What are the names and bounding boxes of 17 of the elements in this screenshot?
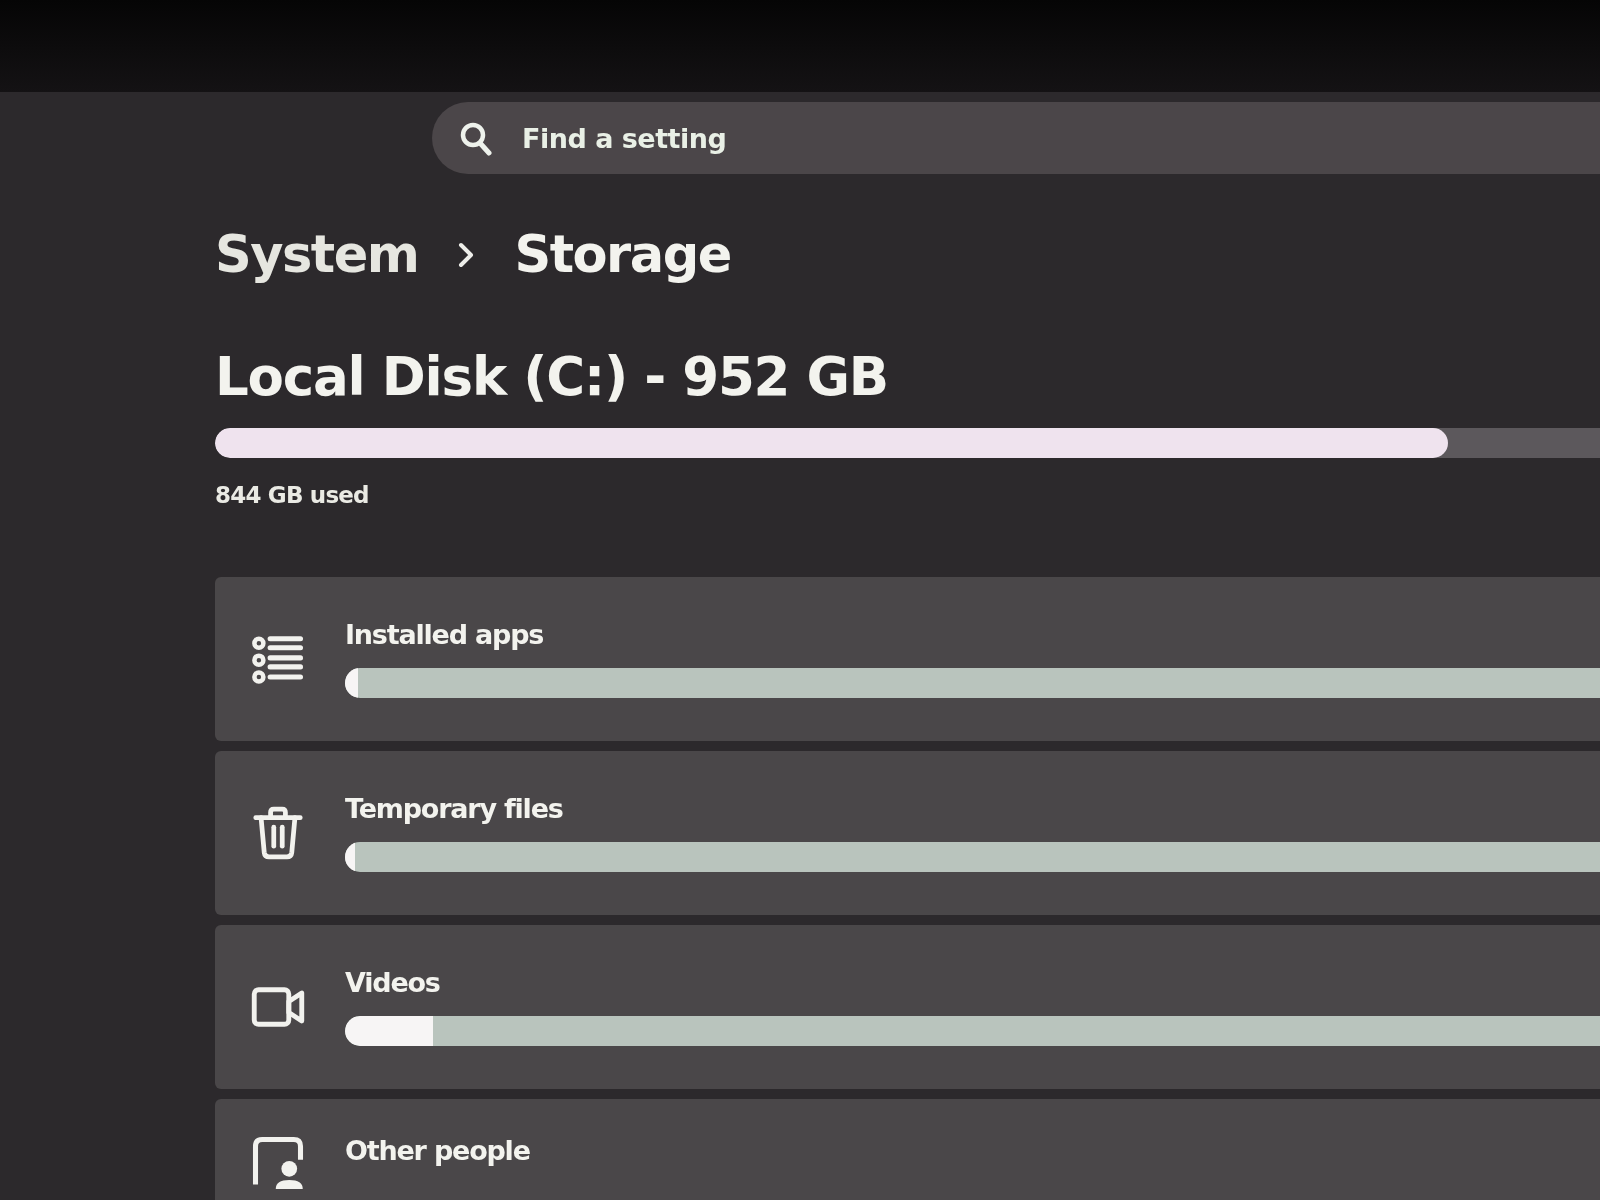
storage-category-card[interactable]: Installed apps — [215, 576, 1600, 741]
category-name: Installed apps — [345, 619, 545, 652]
chevron-right-icon — [458, 241, 475, 268]
breadcrumb-link[interactable]: System — [215, 224, 419, 286]
storage-category-card[interactable]: Other people — [215, 1098, 1600, 1200]
category-name: Other people — [345, 1134, 531, 1167]
category-name: Temporary files — [345, 793, 564, 826]
disk-title: Local Disk (C:) - 952 GB — [215, 347, 889, 409]
used-space-label: 844 GB used — [215, 481, 370, 511]
category-name: Videos — [345, 967, 441, 1000]
person-frame-icon — [251, 1134, 305, 1189]
storage-category-card[interactable]: Videos — [215, 924, 1600, 1089]
storage-category-card[interactable]: Temporary files — [215, 750, 1600, 915]
search-icon — [460, 122, 492, 156]
page-title: Storage — [514, 224, 731, 286]
trash-icon — [251, 805, 305, 860]
search-field[interactable]: Find a setting — [432, 102, 1600, 174]
